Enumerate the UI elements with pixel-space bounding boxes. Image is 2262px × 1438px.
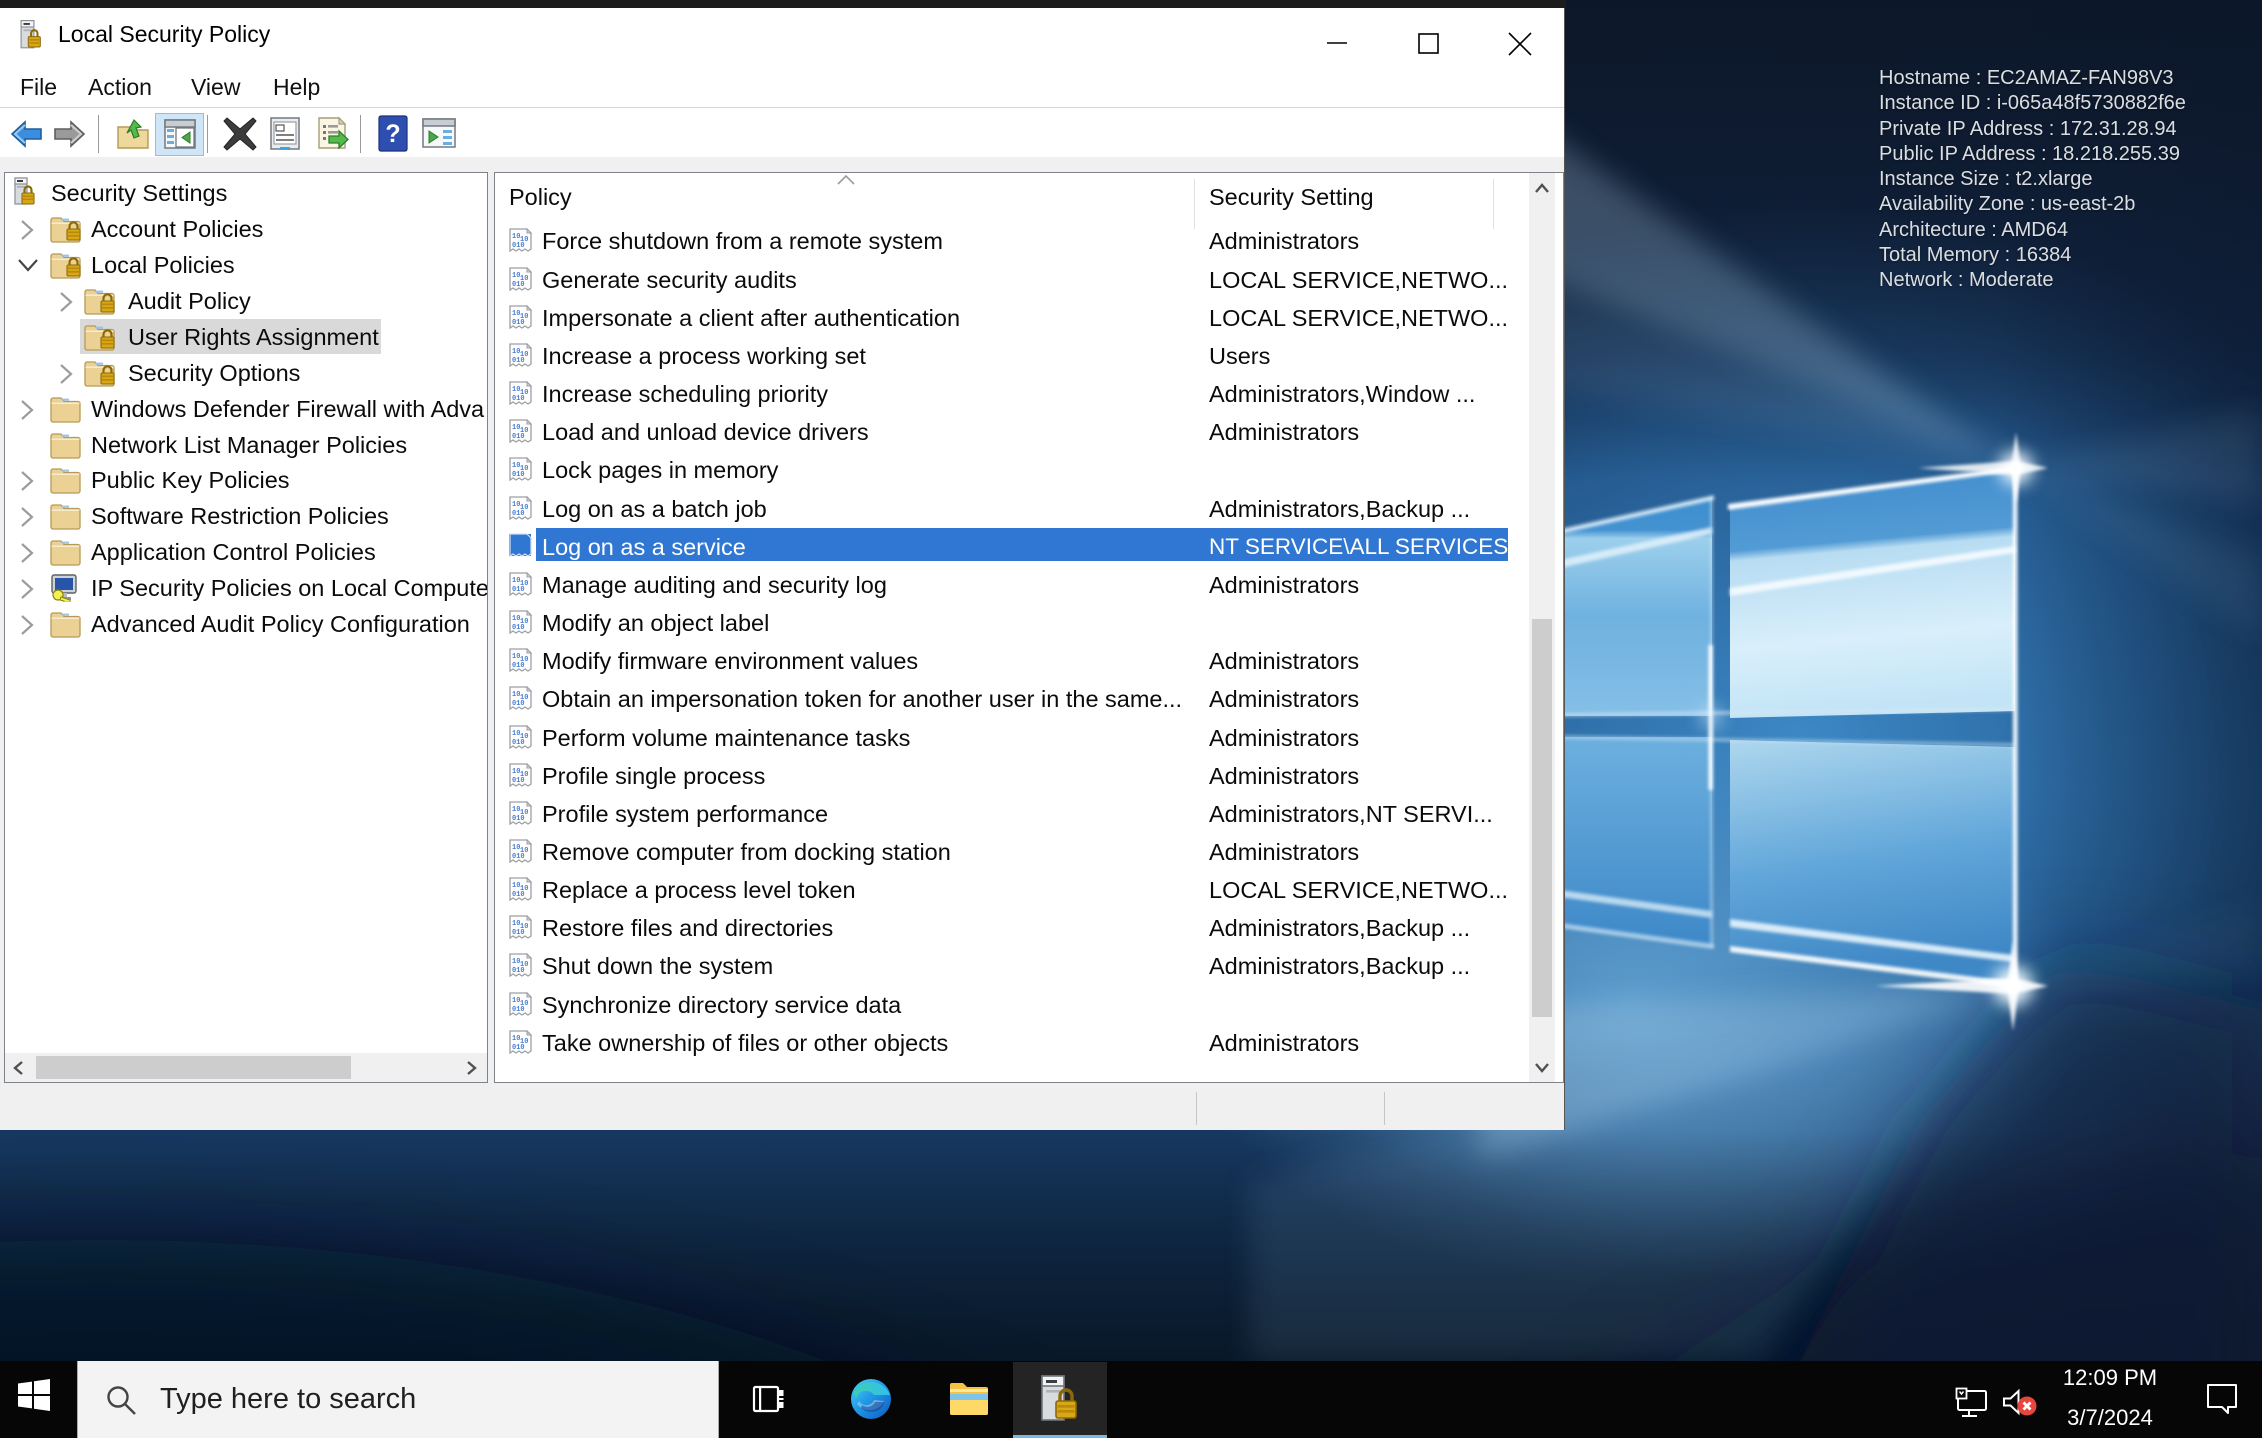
svg-text:?: ? [385, 120, 400, 148]
